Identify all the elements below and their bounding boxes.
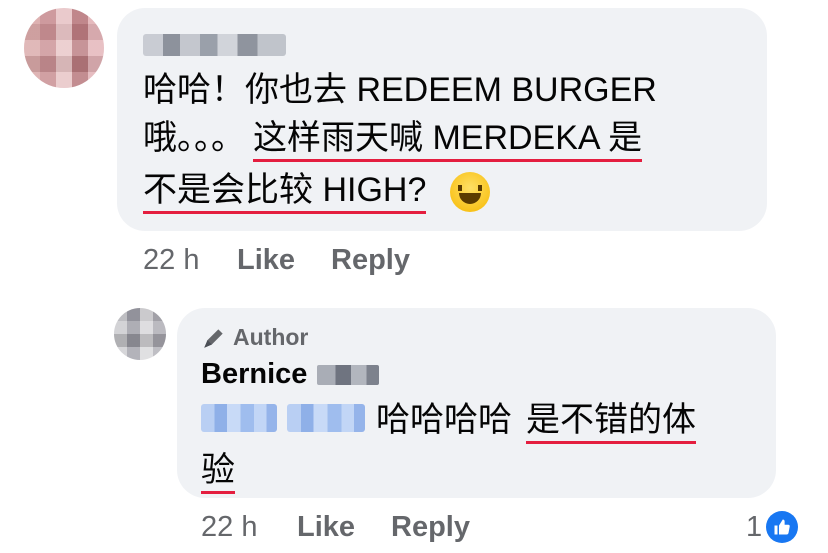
thumbs-up-icon [766,511,799,543]
reply-text-plain: 哈哈哈哈 [376,401,512,439]
like-button[interactable]: Like [237,244,295,277]
reply-reply-button[interactable]: Reply [391,511,470,544]
reply-text-underlined-2: 验 [201,451,235,494]
mention-redacted-2[interactable] [287,404,365,432]
comment-text-underlined-2: 不是会比较 HIGH? [143,171,427,214]
comment-timestamp[interactable]: 22 h [143,244,199,277]
reply-text-line2: 验 [201,450,235,494]
author-badge-label: Author [233,324,309,350]
reply-text-line1: 哈哈哈哈 是不错的体 [376,400,696,444]
reply-author-avatar[interactable] [114,308,166,360]
pencil-icon [204,328,223,348]
comment-text-underlined: 这样雨天喊 MERDEKA 是 [253,119,643,162]
commenter-name-redacted[interactable] [143,34,286,56]
reply-text-underlined: 是不错的体 [526,401,696,444]
reply-author-name[interactable]: Bernice [201,358,307,391]
comment-text-line3: 不是会比较 HIGH? [143,170,490,214]
comment-text-line1: 哈哈！你也去 REDEEM BURGER [143,71,657,109]
laughing-emoji-icon [449,172,490,213]
author-badge: Author [201,324,308,351]
reaction-count: 1 [746,510,763,543]
author-surname-redacted [317,364,380,385]
reply-timestamp[interactable]: 22 h [201,511,257,544]
reply-like-button[interactable]: Like [297,511,355,544]
reply-button[interactable]: Reply [331,244,410,277]
comment-text-line2: 哦。。。 这样雨天喊 MERDEKA 是 [143,118,643,162]
comment-text-plain: 哦。。。 [143,119,245,157]
reaction-summary[interactable]: 1 [746,508,799,546]
mention-redacted-1[interactable] [201,404,277,432]
commenter-avatar[interactable] [24,8,104,88]
reply-author-name-row: Bernice [201,358,380,391]
